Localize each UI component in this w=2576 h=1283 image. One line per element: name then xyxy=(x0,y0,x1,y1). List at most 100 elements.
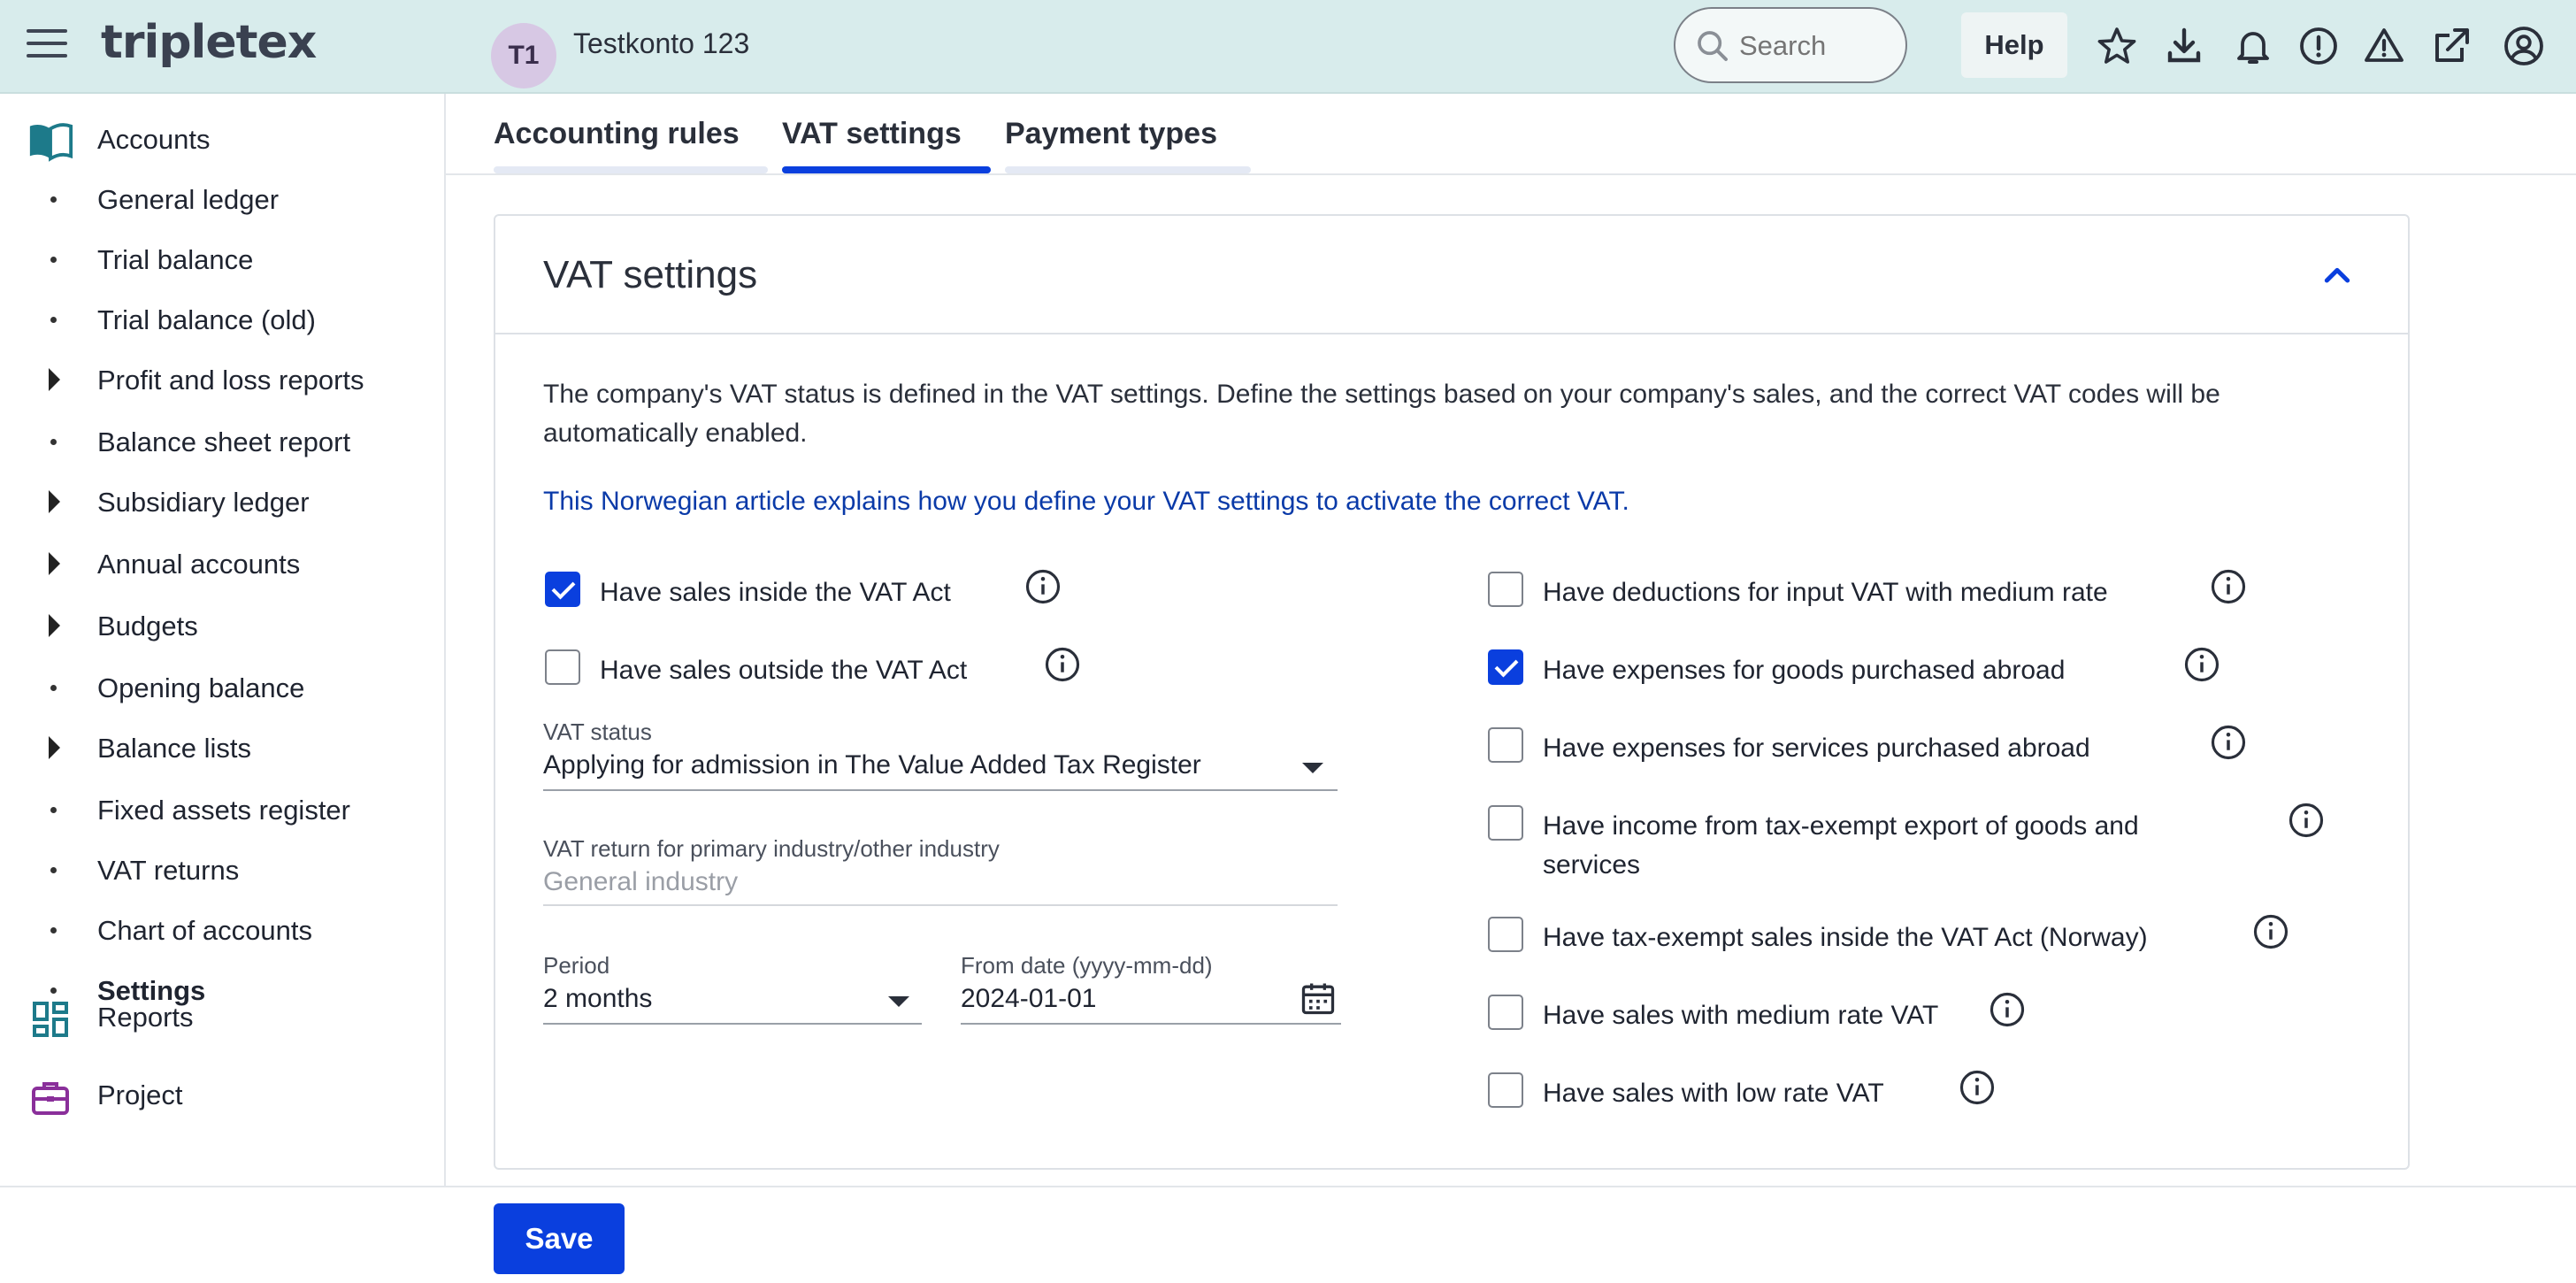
checkbox-label: Have expenses for services purchased abr… xyxy=(1543,734,2090,763)
sidebar-item-label: Opening balance xyxy=(97,672,305,703)
tab-vat-settings[interactable]: VAT settings xyxy=(782,117,962,151)
sidebar-item[interactable]: Balance sheet report xyxy=(0,418,442,467)
bullet-icon xyxy=(50,685,57,691)
checkbox[interactable] xyxy=(1488,1072,1523,1108)
checkbox-income-tax-exempt-export[interactable]: Have income from tax-exempt export of go… xyxy=(1488,802,2324,887)
checkbox[interactable] xyxy=(1488,572,1523,607)
checkbox-expenses-goods-abroad[interactable]: Have expenses for goods purchased abroad xyxy=(1488,646,2284,690)
download-icon[interactable] xyxy=(2163,25,2205,67)
account-name[interactable]: Testkonto 123 xyxy=(573,27,749,60)
info-icon[interactable] xyxy=(2183,646,2220,683)
checkbox-sales-outside-vat-act[interactable]: Have sales outside the VAT Act xyxy=(545,646,1093,690)
checkbox-tax-exempt-sales-norway[interactable]: Have tax-exempt sales inside the VAT Act… xyxy=(1488,913,2319,957)
caret-right-icon[interactable] xyxy=(49,368,60,391)
tripletex-logo[interactable]: tripletex xyxy=(101,16,317,69)
checkbox-label: Have income from tax-exempt export of go… xyxy=(1543,811,2139,880)
sidebar-item[interactable]: Trial balance xyxy=(0,235,442,285)
sidebar-item[interactable]: Budgets xyxy=(0,602,442,651)
checkbox[interactable] xyxy=(1488,805,1523,841)
calendar-icon[interactable] xyxy=(1299,979,1338,1018)
tab-underline-active xyxy=(782,166,991,173)
chevron-down-icon[interactable] xyxy=(888,996,909,1007)
tab-accounting-rules[interactable]: Accounting rules xyxy=(494,117,740,151)
bullet-icon xyxy=(50,439,57,445)
checkbox-label: Have sales with low rate VAT xyxy=(1543,1079,1884,1108)
caret-right-icon[interactable] xyxy=(49,736,60,759)
checkbox-sales-medium-rate[interactable]: Have sales with medium rate VAT xyxy=(1488,991,2284,1035)
sidebar-item-label: Budgets xyxy=(97,611,198,642)
info-icon[interactable] xyxy=(1989,991,2026,1028)
caret-right-icon[interactable] xyxy=(49,490,60,513)
period-value[interactable]: 2 months xyxy=(543,984,652,1014)
caret-right-icon[interactable] xyxy=(49,552,60,575)
search-box[interactable] xyxy=(1674,7,1907,83)
sidebar-item[interactable]: Chart of accounts xyxy=(0,906,442,956)
user-circle-icon[interactable] xyxy=(2503,25,2545,67)
sidebar-section-reports[interactable]: Reports xyxy=(0,993,442,1046)
tab-underline xyxy=(494,166,768,173)
info-icon[interactable] xyxy=(1044,646,1081,683)
checkbox-label: Have deductions for input VAT with mediu… xyxy=(1543,578,2108,607)
sidebar-item[interactable]: Trial balance (old) xyxy=(0,296,442,345)
checkbox-label: Have expenses for goods purchased abroad xyxy=(1543,656,2066,685)
menu-icon[interactable] xyxy=(27,29,67,65)
vat-status-value[interactable]: Applying for admission in The Value Adde… xyxy=(543,750,1201,780)
sidebar-item[interactable]: Balance lists xyxy=(0,724,442,773)
tab-payment-types[interactable]: Payment types xyxy=(1005,117,1217,151)
dashboard-icon xyxy=(33,1002,68,1037)
sidebar-item[interactable]: General ledger xyxy=(0,175,442,225)
checkbox[interactable] xyxy=(1488,917,1523,952)
sidebar-item[interactable]: Subsidiary ledger xyxy=(0,478,442,527)
chevron-up-icon[interactable] xyxy=(2319,258,2355,294)
bullet-icon xyxy=(50,927,57,933)
card-title: VAT settings xyxy=(543,253,758,296)
checkbox-sales-inside-vat-act[interactable]: Have sales inside the VAT Act xyxy=(545,568,1076,612)
vat-settings-card: VAT settings The company's VAT status is… xyxy=(494,214,2410,1170)
checkbox-expenses-services-abroad[interactable]: Have expenses for services purchased abr… xyxy=(1488,724,2284,768)
star-icon[interactable] xyxy=(2096,25,2138,67)
card-header[interactable]: VAT settings xyxy=(495,216,2408,334)
from-date-value[interactable]: 2024-01-01 xyxy=(961,984,1096,1014)
sidebar-section-accounts[interactable]: Accounts xyxy=(0,115,442,168)
top-header: tripletex T1 Testkonto 123 Help xyxy=(0,0,2576,94)
sidebar: Accounts General ledger Trial balance Tria… xyxy=(0,94,446,1186)
info-icon[interactable] xyxy=(2210,568,2247,605)
sidebar-item-label: Balance lists xyxy=(97,733,252,764)
info-icon[interactable] xyxy=(2210,724,2247,761)
sidebar-item-label: Chart of accounts xyxy=(97,915,312,946)
checkbox[interactable] xyxy=(545,572,580,607)
sidebar-section-project[interactable]: Project xyxy=(0,1071,442,1124)
vat-article-link[interactable]: This Norwegian article explains how you … xyxy=(543,487,1629,517)
account-avatar[interactable]: T1 xyxy=(491,23,556,88)
checkbox-sales-low-rate[interactable]: Have sales with low rate VAT xyxy=(1488,1069,2284,1113)
warning-icon[interactable] xyxy=(2363,25,2405,67)
field-underline xyxy=(543,1023,922,1025)
search-input[interactable] xyxy=(1739,25,1890,67)
checkbox[interactable] xyxy=(1488,727,1523,763)
sidebar-item[interactable]: VAT returns xyxy=(0,846,442,895)
sidebar-item-label: Trial balance xyxy=(97,244,254,275)
save-button[interactable]: Save xyxy=(494,1203,625,1274)
info-icon[interactable] xyxy=(1959,1069,1996,1106)
vat-status-label: VAT status xyxy=(543,718,652,745)
checkbox[interactable] xyxy=(1488,649,1523,685)
external-link-icon[interactable] xyxy=(2430,25,2472,67)
sidebar-item[interactable]: Fixed assets register xyxy=(0,786,442,835)
checkbox[interactable] xyxy=(545,649,580,685)
chevron-down-icon[interactable] xyxy=(1302,763,1323,773)
info-icon[interactable] xyxy=(2252,913,2289,950)
info-icon[interactable] xyxy=(1024,568,1062,605)
checkbox[interactable] xyxy=(1488,995,1523,1030)
help-button[interactable]: Help xyxy=(1961,12,2067,78)
caret-right-icon[interactable] xyxy=(49,614,60,637)
alert-circle-icon[interactable] xyxy=(2297,25,2340,67)
sidebar-item[interactable]: Annual accounts xyxy=(0,540,442,589)
checkbox-label: Have tax-exempt sales inside the VAT Act… xyxy=(1543,923,2148,952)
info-icon[interactable] xyxy=(2288,802,2325,839)
checkbox-deductions-input-vat-medium[interactable]: Have deductions for input VAT with mediu… xyxy=(1488,568,2284,612)
bell-icon[interactable] xyxy=(2232,25,2274,67)
sidebar-item[interactable]: Profit and loss reports xyxy=(0,356,442,405)
bullet-icon xyxy=(50,807,57,813)
tab-underline xyxy=(1005,166,1251,173)
sidebar-item[interactable]: Opening balance xyxy=(0,664,442,713)
